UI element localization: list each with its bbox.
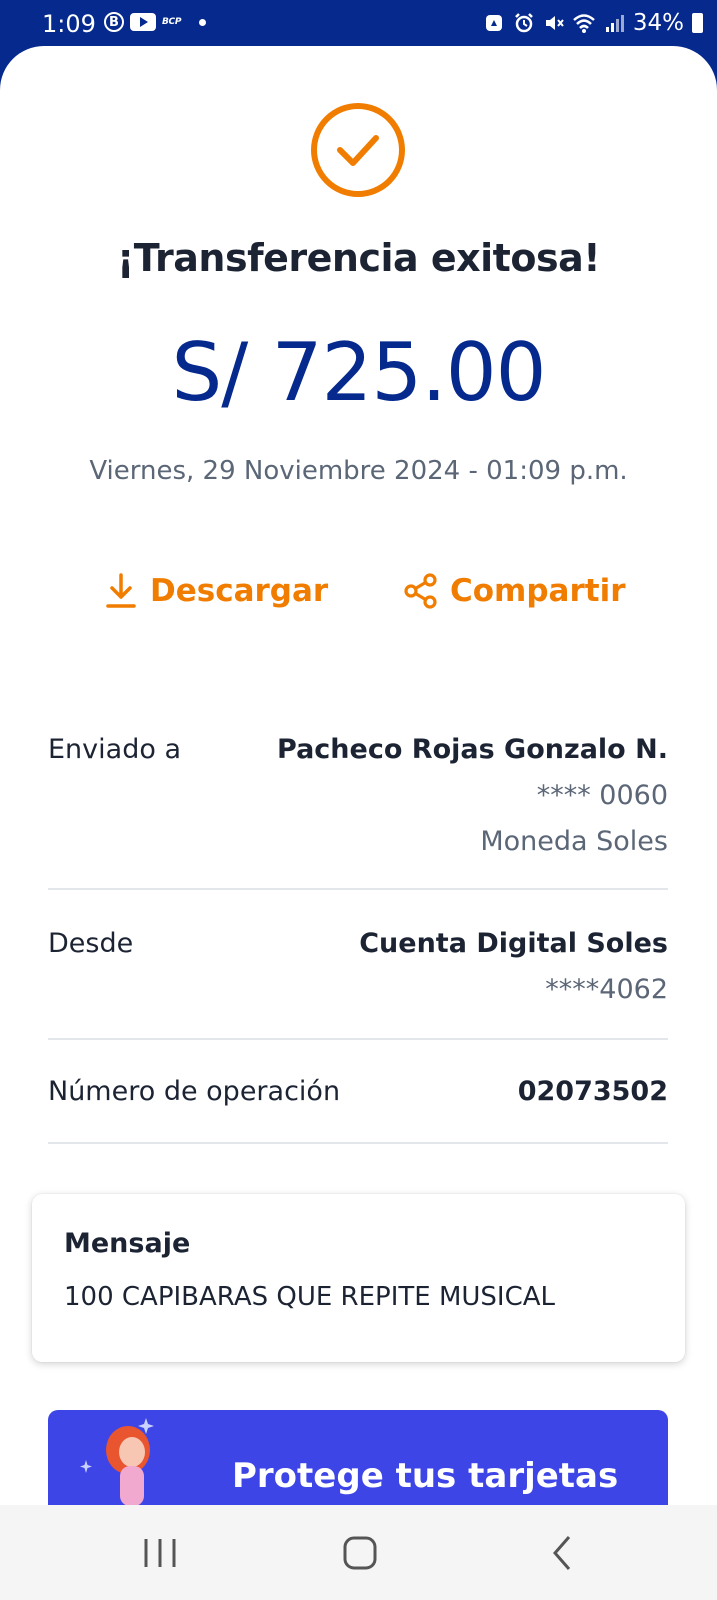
detail-row-from: Desde Cuenta Digital Soles ****4062 [48, 928, 668, 1018]
share-button[interactable]: Compartir [404, 572, 625, 610]
transfer-amount: S/ 725.00 [171, 326, 546, 419]
message-card: Mensaje 100 CAPIBARAS QUE REPITE MUSICAL [32, 1194, 685, 1362]
promo-illustration [80, 1418, 154, 1506]
operation-number: 02073502 [517, 1076, 668, 1107]
share-icon [404, 573, 437, 609]
download-label: Descargar [150, 573, 329, 609]
dot-icon [199, 18, 207, 26]
signal-icon [605, 15, 624, 32]
message-body: 100 CAPIBARAS QUE REPITE MUSICAL [64, 1282, 556, 1312]
back-icon[interactable] [545, 1533, 585, 1573]
notification-icons: B BCP [104, 12, 207, 32]
recents-icon[interactable] [140, 1533, 180, 1573]
status-bar: 1:09 B BCP 34% [0, 0, 717, 48]
home-icon[interactable] [340, 1533, 380, 1573]
from-account-number: ****4062 [545, 974, 668, 1005]
download-icon [106, 573, 136, 608]
divider [48, 1038, 668, 1040]
battery-percent: 34% [632, 10, 684, 36]
system-nav-bar [0, 1505, 717, 1600]
success-title: ¡Transferencia exitosa! [116, 236, 601, 280]
youtube-icon [130, 13, 156, 31]
recipient-currency: Moneda Soles [480, 826, 668, 857]
sent-to-label: Enviado a [48, 734, 181, 765]
promo-banner[interactable]: Protege tus tarjetas [48, 1410, 668, 1506]
recycle-icon [485, 15, 502, 31]
b-circle-icon: B [104, 12, 124, 32]
alarm-icon [514, 13, 533, 33]
divider [48, 888, 668, 890]
from-label: Desde [48, 928, 134, 959]
message-title: Mensaje [64, 1228, 191, 1259]
mute-icon [545, 16, 564, 30]
recipient-name: Pacheco Rojas Gonzalo N. [277, 734, 668, 765]
status-time: 1:09 [42, 10, 96, 38]
wifi-icon [573, 14, 595, 33]
receipt-actions: Descargar Compartir [0, 572, 717, 622]
download-button[interactable]: Descargar [104, 572, 328, 610]
system-icons: 34% [483, 10, 703, 36]
operation-label: Número de operación [48, 1076, 341, 1107]
divider [48, 1142, 668, 1144]
from-account-name: Cuenta Digital Soles [359, 928, 668, 959]
bcp-icon: BCP [162, 17, 182, 27]
success-check-icon [311, 103, 405, 197]
share-label: Compartir [450, 573, 626, 609]
transfer-datetime: Viernes, 29 Noviembre 2024 - 01:09 p.m. [89, 456, 628, 486]
detail-row-operation: Número de operación 02073502 [48, 1076, 668, 1116]
promo-text: Protege tus tarjetas [232, 1456, 619, 1496]
recipient-account: **** 0060 [536, 780, 668, 811]
detail-row-sent-to: Enviado a Pacheco Rojas Gonzalo N. **** … [48, 734, 668, 864]
battery-icon [692, 13, 703, 33]
receipt-sheet: ¡Transferencia exitosa! S/ 725.00 Vierne… [0, 46, 717, 1506]
